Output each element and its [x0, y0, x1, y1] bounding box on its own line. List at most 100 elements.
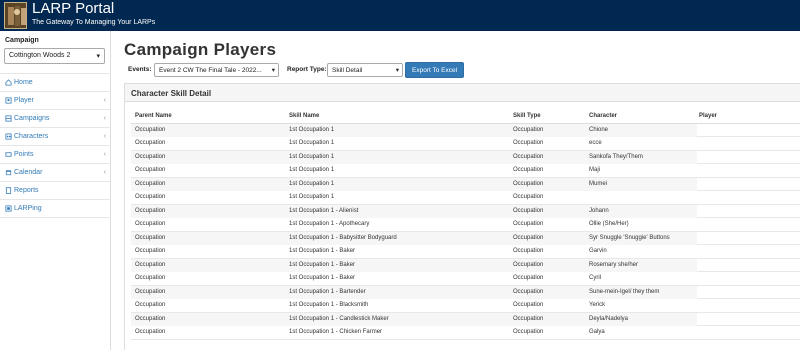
parent-name-cell: Occupation — [135, 207, 166, 214]
reports-icon — [5, 187, 12, 194]
app-subtitle: The Gateway To Managing Your LARPs — [32, 19, 156, 26]
campaign-select-value: Cottington Woods 2 — [9, 52, 71, 59]
table-row: Occupation 1st Occupation 1 Occupation Chio… — [131, 123, 800, 137]
skill-type-cell: Occupation — [513, 315, 544, 322]
table-body: Occupation 1st Occupation 1 Occupation Chio… — [131, 123, 800, 340]
character-cell: Cyril — [589, 275, 601, 281]
campaigns-icon — [5, 115, 12, 122]
skill-name-cell: 1st Occupation 1 - Baker — [289, 275, 356, 281]
sidebar-item-calendar[interactable]: Calendar ‹ — [0, 164, 111, 182]
panel-title: Character Skill Detail — [125, 84, 800, 102]
skill-type-cell: Occupation — [513, 302, 544, 308]
character-cell: Chione — [589, 126, 609, 133]
export-to-excel-button[interactable]: Export To Excel — [405, 62, 465, 78]
sidebar-item-label: Campaigns — [14, 115, 50, 122]
skill-type-cell: Occupation — [513, 288, 544, 295]
parent-name-cell: Occupation — [135, 275, 166, 281]
chevron-left-icon: ‹ — [103, 169, 106, 176]
sidebar-item-label: Points — [14, 151, 34, 158]
column-header-player[interactable]: Player — [699, 110, 799, 124]
report-type-select-value: Skill Detail — [332, 67, 363, 74]
skill-type-cell: Occupation — [513, 180, 544, 187]
column-header-skill-type[interactable]: Skill Type — [513, 110, 583, 124]
skill-name-cell: 1st Occupation 1 — [289, 194, 335, 200]
character-cell: Deyla/Nadelya — [589, 315, 629, 322]
sidebar-menu: Home Player ‹ Campaigns ‹ Characters ‹ P… — [0, 73, 111, 218]
skill-name-cell: 1st Occupation 1 - Chicken Farmer — [289, 329, 383, 335]
calendar-icon — [5, 170, 12, 176]
skill-type-cell: Occupation — [513, 221, 544, 227]
skill-type-cell: Occupation — [513, 207, 544, 214]
events-select-value: Event 2 CW The Final Tale - 2022... — [159, 67, 262, 74]
events-select[interactable]: Event 2 CW The Final Tale - 2022... ▾ — [154, 63, 279, 77]
parent-name-cell: Occupation — [135, 180, 166, 187]
sidebar-item-reports[interactable]: Reports — [0, 182, 111, 200]
column-header-character[interactable]: Character — [589, 110, 693, 124]
sidebar-item-label: Characters — [14, 133, 49, 140]
sidebar-item-label: Reports — [14, 187, 39, 194]
skill-type-cell: Occupation — [513, 167, 544, 173]
parent-name-cell: Occupation — [135, 234, 166, 241]
app-title[interactable]: LARP Portal — [32, 1, 114, 17]
table-row: Occupation 1st Occupation 1 - Baker Occupa… — [131, 258, 800, 272]
sidebar-item-label: Home — [14, 79, 33, 86]
table-row: Occupation 1st Occupation 1 - Alienist Occ… — [131, 204, 800, 218]
parent-name-cell: Occupation — [135, 248, 166, 254]
skill-type-cell: Occupation — [513, 140, 544, 146]
skill-type-cell: Occupation — [513, 126, 544, 133]
character-cell: Syr Snuggle 'Snuggie' Buttons — [589, 234, 670, 241]
report-type-label: Report Type: — [287, 66, 327, 73]
chevron-left-icon: ‹ — [103, 133, 106, 140]
chevron-down-icon: ▾ — [395, 67, 399, 74]
parent-name-cell: Occupation — [135, 302, 166, 308]
skill-name-cell: 1st Occupation 1 - Bartender — [289, 288, 366, 295]
sidebar-item-home[interactable]: Home — [0, 74, 111, 92]
table-row: Occupation 1st Occupation 1 Occupation Sank… — [131, 150, 800, 164]
parent-name-cell: Occupation — [135, 167, 166, 173]
character-cell: Garvin — [589, 248, 607, 254]
parent-name-cell: Occupation — [135, 194, 166, 200]
parent-name-cell: Occupation — [135, 153, 166, 160]
skill-name-cell: 1st Occupation 1 — [289, 153, 335, 160]
sidebar: Campaign Cottington Woods 2 ▾ Home Playe… — [0, 31, 111, 350]
parent-name-cell: Occupation — [135, 288, 166, 295]
column-header-parent-name[interactable]: Parent Name — [135, 110, 285, 124]
larping-icon — [5, 205, 12, 212]
parent-name-cell: Occupation — [135, 140, 166, 146]
skill-detail-panel: Character Skill Detail Parent Name Skill… — [124, 83, 800, 350]
characters-icon — [5, 133, 12, 140]
page-title: Campaign Players — [124, 40, 277, 59]
sidebar-item-points[interactable]: Points ‹ — [0, 146, 111, 164]
column-header-skill-name[interactable]: Skill Name — [289, 110, 509, 124]
sidebar-item-player[interactable]: Player ‹ — [0, 92, 111, 110]
skill-name-cell: 1st Occupation 1 - Apothecary — [289, 221, 370, 227]
character-cell: Yerick — [589, 302, 606, 308]
table-row: Occupation 1st Occupation 1 - Baker Occupa… — [131, 245, 800, 259]
character-cell: Sankofa They/Them — [589, 153, 643, 160]
sidebar-item-label: LARPing — [14, 205, 42, 212]
report-type-select[interactable]: Skill Detail ▾ — [327, 63, 403, 77]
table-row: Occupation 1st Occupation 1 Occupation — [131, 191, 800, 205]
sidebar-item-label: Player — [14, 97, 34, 104]
table-row: Occupation 1st Occupation 1 Occupation ecce — [131, 137, 800, 151]
skill-type-cell: Occupation — [513, 153, 544, 160]
table-row: Occupation 1st Occupation 1 - Candlestick… — [131, 312, 800, 326]
skill-name-cell: 1st Occupation 1 — [289, 126, 335, 133]
sidebar-item-campaigns[interactable]: Campaigns ‹ — [0, 110, 111, 128]
sidebar-item-characters[interactable]: Characters ‹ — [0, 128, 111, 146]
skill-name-cell: 1st Occupation 1 — [289, 167, 335, 173]
sidebar-item-larping[interactable]: LARPing — [0, 200, 111, 218]
table-row: Occupation 1st Occupation 1 - Babysitter … — [131, 231, 800, 245]
chevron-left-icon: ‹ — [103, 151, 106, 158]
chevron-down-icon: ▾ — [96, 53, 100, 60]
skill-name-cell: 1st Occupation 1 - Blacksmith — [289, 302, 369, 308]
character-cell: Johann — [589, 207, 609, 214]
parent-name-cell: Occupation — [135, 329, 166, 335]
campaign-label: Campaign — [5, 37, 39, 44]
larp-portal-logo[interactable] — [4, 2, 27, 29]
skill-type-cell: Occupation — [513, 248, 544, 254]
character-cell: Rosemary she/her — [589, 261, 639, 268]
chevron-down-icon: ▾ — [271, 67, 275, 74]
campaign-select[interactable]: Cottington Woods 2 ▾ — [4, 48, 105, 64]
sidebar-item-label: Calendar — [14, 169, 43, 176]
